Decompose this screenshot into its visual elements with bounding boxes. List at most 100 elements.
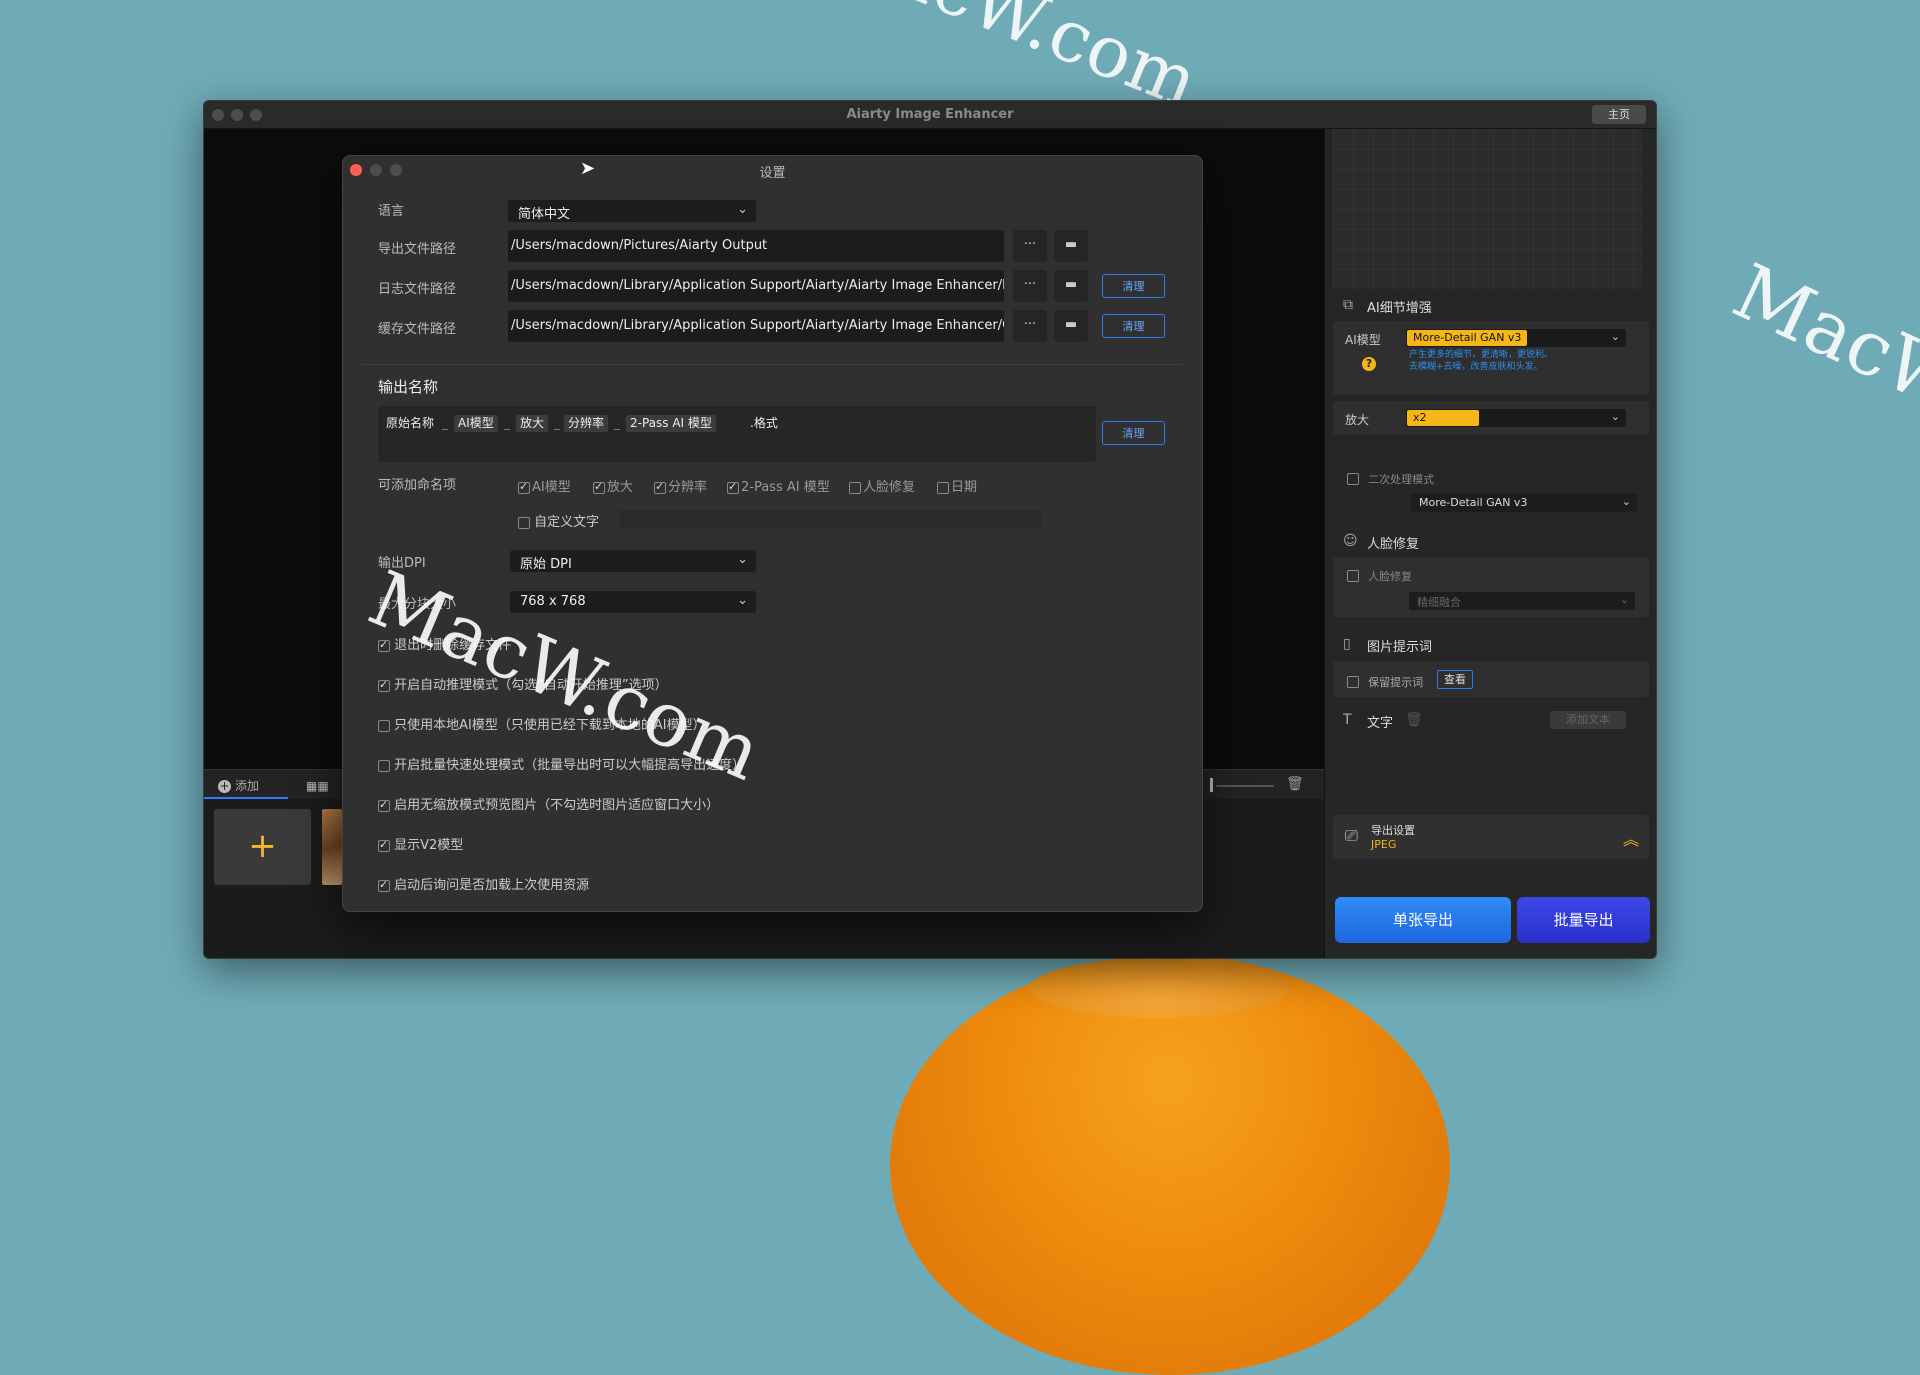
- checkbox[interactable]: [378, 878, 390, 892]
- batch-export-button[interactable]: 批量导出: [1517, 897, 1650, 943]
- cache-browse-button[interactable]: ···: [1013, 310, 1047, 342]
- setting-checkbox-row[interactable]: 启用无缩放模式预览图片（不勾选时图片适应窗口大小）: [378, 794, 719, 813]
- enhance-icon: ⧉: [1343, 297, 1353, 313]
- checkbox[interactable]: [654, 480, 666, 494]
- name-token[interactable]: AI模型: [454, 415, 498, 432]
- single-export-button[interactable]: 单张导出: [1335, 897, 1511, 943]
- naming-option[interactable]: AI模型: [518, 476, 571, 495]
- setting-checkbox-row[interactable]: 启动后询问是否加载上次使用资源: [378, 874, 589, 893]
- scale-select[interactable]: x2 ⌄: [1406, 409, 1626, 427]
- custom-text-input[interactable]: [620, 510, 1042, 528]
- trash-icon[interactable]: 🗑: [1286, 776, 1304, 792]
- keep-prompt-checkbox[interactable]: [1347, 675, 1359, 688]
- clear-name-button[interactable]: 清理: [1102, 421, 1165, 445]
- app-titlebar: Aiarty Image Enhancer 主页: [204, 101, 1656, 129]
- scale-value: x2: [1407, 410, 1479, 426]
- naming-option-label: AI模型: [532, 480, 571, 495]
- settings-title: 设置: [759, 166, 786, 181]
- name-separator: _: [614, 416, 620, 430]
- name-separator: _: [554, 416, 560, 430]
- right-sidebar: ⧉ AI细节增强 AI模型 More-Detail GAN v3 ⌄ ? 产生更…: [1324, 129, 1656, 958]
- second-pass-checkbox[interactable]: [1347, 472, 1359, 485]
- document-icon: ▯: [1343, 636, 1351, 652]
- face-mode-select[interactable]: 精细融合 ⌄: [1409, 592, 1635, 610]
- second-pass-select[interactable]: More-Detail GAN v3 ⌄: [1411, 494, 1637, 512]
- checkbox[interactable]: [518, 480, 530, 494]
- preview-navigator[interactable]: [1333, 129, 1643, 289]
- zoom-slider-handle[interactable]: [1210, 778, 1213, 792]
- view-prompt-button[interactable]: 查看: [1437, 670, 1473, 689]
- name-token[interactable]: 放大: [516, 415, 549, 432]
- naming-option-label: 日期: [951, 480, 978, 495]
- setting-checkbox-row[interactable]: 显示V2模型: [378, 834, 463, 853]
- naming-option[interactable]: 人脸修复: [849, 476, 915, 495]
- model-label: AI模型: [1345, 333, 1381, 347]
- folder-icon[interactable]: ▬: [1054, 310, 1088, 342]
- checkbox[interactable]: [378, 678, 390, 692]
- scale-label: 放大: [1345, 413, 1370, 427]
- language-value: 简体中文: [518, 207, 571, 222]
- cache-path-field[interactable]: /Users/macdown/Library/Application Suppo…: [508, 310, 1004, 342]
- chevron-down-icon: ⌄: [1621, 495, 1631, 508]
- second-pass-row[interactable]: 二次处理模式: [1347, 468, 1434, 487]
- checkbox[interactable]: [378, 838, 390, 852]
- custom-text-option[interactable]: 自定义文字: [518, 511, 599, 530]
- export-settings-panel[interactable]: ⎚ 导出设置 JPEG ︽: [1333, 815, 1649, 859]
- app-title: Aiarty Image Enhancer: [846, 107, 1014, 122]
- folder-icon[interactable]: ▬: [1054, 230, 1088, 262]
- naming-option[interactable]: 放大: [593, 476, 633, 495]
- model-value: More-Detail GAN v3: [1407, 330, 1528, 346]
- language-select[interactable]: 简体中文 ⌄: [508, 200, 756, 222]
- help-icon[interactable]: ?: [1362, 357, 1376, 371]
- trash-icon[interactable]: 🗑: [1405, 712, 1423, 728]
- name-separator: _: [504, 416, 510, 430]
- log-path-field[interactable]: /Users/macdown/Library/Application Suppo…: [508, 270, 1004, 302]
- checkbox[interactable]: [378, 759, 390, 772]
- add-image-tile[interactable]: +: [214, 809, 311, 885]
- export-browse-button[interactable]: ···: [1013, 230, 1047, 262]
- export-path-field[interactable]: /Users/macdown/Pictures/Aiarty Output: [508, 230, 1004, 262]
- folder-icon[interactable]: ▬: [1054, 270, 1088, 302]
- face-checkbox[interactable]: [1347, 569, 1359, 582]
- checkbox[interactable]: [937, 481, 949, 494]
- setting-checkbox-label: 启用无缩放模式预览图片（不勾选时图片适应窗口大小）: [394, 798, 720, 813]
- output-name-field[interactable]: 原始名称 _ AI模型 _ 放大 _ 分辨率 _ 2-Pass AI 模型 .格…: [378, 406, 1096, 462]
- naming-option[interactable]: 日期: [937, 476, 977, 495]
- export-path-value: /Users/macdown/Pictures/Aiarty Output: [511, 238, 768, 253]
- name-token: 原始名称: [386, 416, 435, 430]
- monitor-gear-icon: ⎚: [1345, 826, 1358, 845]
- add-tab[interactable]: + 添加: [218, 777, 259, 794]
- dpi-select[interactable]: 原始 DPI ⌄: [510, 550, 756, 572]
- naming-option-label: 分辨率: [668, 480, 708, 495]
- face-check-row[interactable]: 人脸修复: [1347, 565, 1412, 584]
- home-button[interactable]: 主页: [1592, 105, 1646, 124]
- naming-option-label: 放大: [607, 480, 634, 495]
- log-browse-button[interactable]: ···: [1013, 270, 1047, 302]
- naming-option[interactable]: 分辨率: [654, 476, 707, 495]
- checkbox[interactable]: [378, 798, 390, 812]
- watermark-text: MacW.com: [1720, 246, 1920, 503]
- dpi-value: 原始 DPI: [520, 557, 572, 572]
- add-text-button[interactable]: 添加文本: [1550, 711, 1626, 729]
- checkbox[interactable]: [727, 480, 739, 494]
- chevron-down-icon: ⌄: [1610, 410, 1620, 423]
- text-section-title: 文字: [1367, 716, 1394, 731]
- naming-option[interactable]: 2-Pass AI 模型: [727, 476, 830, 495]
- export-path-label: 导出文件路径: [378, 242, 457, 257]
- image-thumbnail[interactable]: [322, 809, 342, 885]
- checkbox[interactable]: [378, 719, 390, 732]
- name-token[interactable]: 2-Pass AI 模型: [626, 415, 716, 432]
- tile-size-select[interactable]: 768 x 768 ⌄: [510, 591, 756, 613]
- custom-text-checkbox[interactable]: [518, 516, 530, 529]
- model-select[interactable]: More-Detail GAN v3 ⌄: [1406, 329, 1626, 347]
- clear-cache-button[interactable]: 清理: [1102, 314, 1165, 338]
- chevron-up-icon[interactable]: ︽: [1623, 826, 1639, 850]
- name-token[interactable]: 分辨率: [564, 415, 609, 432]
- setting-checkbox-label: 启动后询问是否加载上次使用资源: [394, 878, 590, 893]
- checkbox[interactable]: [593, 480, 605, 494]
- clear-log-button[interactable]: 清理: [1102, 274, 1165, 298]
- grid-view-icon[interactable]: ▦▦: [306, 779, 329, 793]
- zoom-slider-track[interactable]: [1216, 785, 1274, 787]
- keep-prompt-row[interactable]: 保留提示词: [1347, 671, 1423, 690]
- checkbox[interactable]: [849, 481, 861, 494]
